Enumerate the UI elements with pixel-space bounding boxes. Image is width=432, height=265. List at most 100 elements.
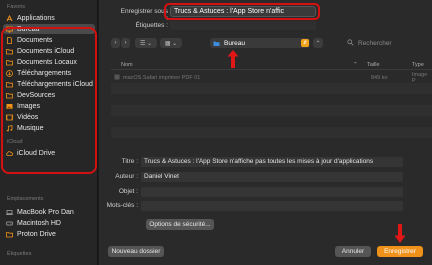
sidebar-item-videos[interactable]: Vidéos <box>3 112 95 122</box>
keywords-label: Mots-clés : <box>106 202 138 209</box>
sidebar-item-label: Vidéos <box>17 113 39 121</box>
author-label: Auteur : <box>115 173 138 180</box>
sidebar-item-label: Images <box>17 102 40 110</box>
location-label: Bureau <box>224 39 245 47</box>
file-icon <box>114 74 120 82</box>
sidebar-item-images[interactable]: Images <box>3 101 95 111</box>
videos-icon <box>6 114 13 121</box>
sidebar-item-label: DevSources <box>17 91 56 99</box>
back-button[interactable]: ‹ <box>111 38 120 48</box>
sidebar: Favoris Applications Bureau Documents Do… <box>0 0 98 265</box>
sidebar-section-icloud: iCloud <box>7 139 23 145</box>
list-view-icon: ☰ ⌄ <box>139 40 153 47</box>
folder-icon <box>6 81 13 88</box>
tags-label: Étiquettes : <box>135 22 168 29</box>
sidebar-item-bureau[interactable]: Bureau <box>3 24 95 34</box>
save-as-input[interactable]: Trucs & Astuces : l'App Store n'affic <box>170 6 316 17</box>
sidebar-item-label: Applications <box>17 14 55 22</box>
expand-button[interactable]: ⌃ <box>313 38 323 48</box>
grid-view-icon: ▦ ⌄ <box>164 40 178 47</box>
chevron-left-icon: ‹ <box>114 40 117 46</box>
sidebar-item-label: MacBook Pro Dan <box>17 208 74 216</box>
save-button[interactable]: Enregistrer <box>377 246 423 257</box>
list-header: Nom ⌃ Taille Type <box>111 60 432 70</box>
sidebar-item-documents-locaux[interactable]: Documents Locaux <box>3 57 95 67</box>
list-item <box>111 105 432 116</box>
chevron-up-icon: ⌃ <box>315 40 321 47</box>
sidebar-item-label: Bureau <box>17 25 40 33</box>
folder-icon <box>213 40 220 47</box>
sidebar-item-devsources[interactable]: DevSources <box>3 90 95 100</box>
keywords-field[interactable] <box>141 201 403 211</box>
sidebar-section-locations: Emplacements <box>7 196 44 202</box>
column-name[interactable]: Nom <box>121 62 133 68</box>
file-name: macOS Safari imprimer PDF 01 <box>123 74 201 81</box>
author-field[interactable]: Daniel Vinet <box>141 172 403 182</box>
up-down-chevron-icon: ⇵ <box>301 39 309 47</box>
search-placeholder: Rechercher <box>358 39 392 47</box>
tags-input[interactable] <box>170 21 316 30</box>
sidebar-section-tags: Étiquettes <box>7 251 32 257</box>
column-type[interactable]: Type <box>412 62 424 68</box>
list-item <box>111 116 432 127</box>
subject-field[interactable] <box>141 187 403 197</box>
download-icon <box>6 69 13 77</box>
subject-label: Objet : <box>118 188 138 195</box>
sidebar-item-icloud-drive[interactable]: iCloud Drive <box>3 148 95 158</box>
sidebar-item-macintosh-hd[interactable]: Macintosh HD <box>3 218 95 228</box>
sidebar-item-telechargements[interactable]: Téléchargements <box>3 68 95 78</box>
table-row[interactable]: macOS Safari imprimer PDF 01 849 ko Imag… <box>111 71 432 84</box>
chevron-right-icon: › <box>124 40 127 46</box>
list-item <box>111 83 432 94</box>
list-item <box>111 94 432 105</box>
sidebar-item-applications[interactable]: Applications <box>3 13 95 23</box>
cancel-button[interactable]: Annuler <box>335 246 371 257</box>
sidebar-item-proton-drive[interactable]: Proton Drive <box>3 229 95 239</box>
forward-button[interactable]: › <box>121 38 130 48</box>
sidebar-item-musique[interactable]: Musique <box>3 123 95 133</box>
folder-icon <box>6 231 13 238</box>
disk-icon <box>6 220 13 227</box>
laptop-icon <box>6 209 13 216</box>
view-mode-button[interactable]: ☰ ⌄ <box>135 38 157 48</box>
cloud-icon <box>6 150 13 157</box>
folder-icon <box>6 92 13 99</box>
sidebar-item-label: Documents iCloud <box>17 47 75 55</box>
file-type: Image P <box>412 71 428 84</box>
applications-icon <box>6 14 13 22</box>
list-item <box>111 138 432 149</box>
desktop-icon <box>6 26 13 33</box>
sidebar-item-telechargements-icloud[interactable]: Téléchargements iCloud <box>3 79 95 89</box>
document-icon <box>6 36 13 44</box>
music-icon <box>6 124 13 132</box>
sidebar-item-macbook[interactable]: MacBook Pro Dan <box>3 207 95 217</box>
folder-icon <box>6 48 13 55</box>
sidebar-item-label: Téléchargements iCloud <box>17 80 93 88</box>
sidebar-item-label: Macintosh HD <box>17 219 61 227</box>
search-icon <box>347 38 354 48</box>
sidebar-item-label: Documents Locaux <box>17 58 77 66</box>
save-as-label: Enregistrer sous : <box>120 8 168 22</box>
sidebar-section-favorites: Favoris <box>7 4 26 10</box>
list-item <box>111 127 432 138</box>
new-folder-button[interactable]: Nouveau dossier <box>108 246 164 257</box>
sidebar-item-label: Documents <box>17 36 53 44</box>
sidebar-item-label: Proton Drive <box>17 230 56 238</box>
sidebar-item-label: iCloud Drive <box>17 149 56 157</box>
images-icon <box>6 103 13 110</box>
sort-chevron-icon: ⌃ <box>353 62 358 68</box>
location-popup[interactable]: Bureau ⇵ <box>210 38 310 48</box>
column-size[interactable]: Taille <box>367 62 380 68</box>
sidebar-item-documents[interactable]: Documents <box>3 35 95 45</box>
sidebar-item-label: Musique <box>17 124 44 132</box>
sidebar-item-documents-icloud[interactable]: Documents iCloud <box>3 46 95 56</box>
folder-icon <box>6 59 13 66</box>
search-field[interactable]: Rechercher <box>347 38 427 48</box>
file-size: 849 ko <box>371 74 388 81</box>
group-button[interactable]: ▦ ⌄ <box>160 38 182 48</box>
security-options-button[interactable]: Options de sécurité... <box>146 219 214 230</box>
sidebar-item-label: Téléchargements <box>17 69 72 77</box>
title-label: Titre : <box>121 158 138 165</box>
arrow-down-icon <box>394 224 406 243</box>
title-field[interactable]: Trucs & Astuces : l'App Store n'affiche … <box>141 157 403 167</box>
